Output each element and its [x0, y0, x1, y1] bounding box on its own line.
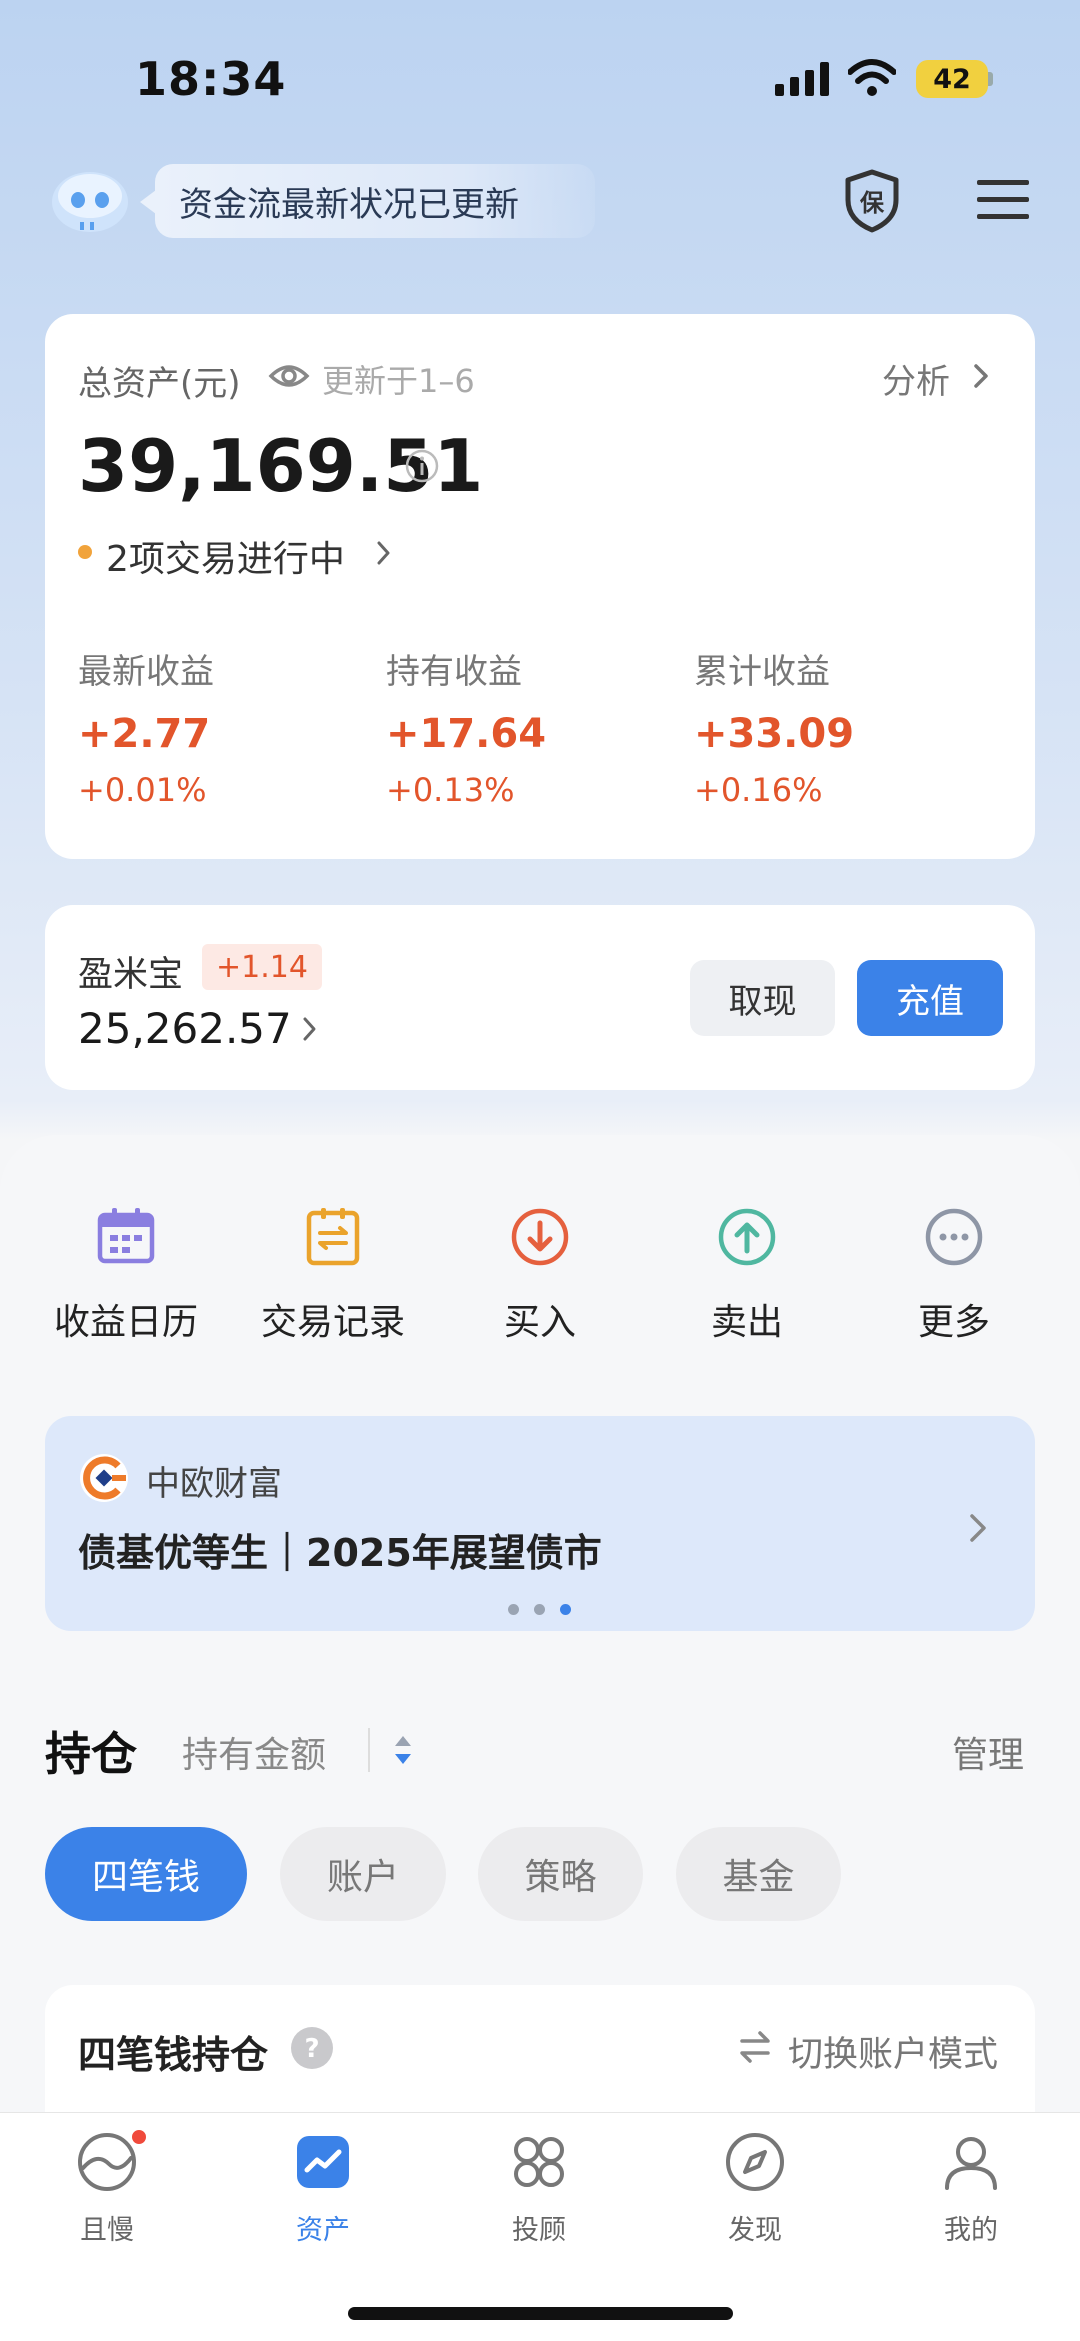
battery-cap [988, 72, 993, 86]
zhongou-logo-icon [80, 1454, 128, 1502]
tab-label: 发现 [728, 2215, 782, 2246]
yingmibao-gain-badge: +1.14 [202, 944, 322, 990]
quick-action-buy[interactable]: 买入 [440, 1205, 640, 1345]
tab-advisor[interactable]: 投顾 [464, 2130, 614, 2247]
chip-four-money[interactable]: 四笔钱 [45, 1827, 247, 1921]
stat-percent: +0.01% [78, 771, 207, 809]
bubble-tail [140, 190, 156, 214]
tab-label: 且慢 [80, 2215, 134, 2246]
holdings-sort-label[interactable]: 持有金额 [182, 1726, 326, 1778]
tab-assets[interactable]: 资产 [248, 2130, 398, 2247]
pending-dot [78, 545, 92, 559]
stat-latest[interactable]: 最新收益 +2.77 +0.01% [78, 644, 214, 809]
advisor-icon [514, 2137, 564, 2187]
wifi-icon [848, 59, 896, 96]
chevron-right-icon [303, 1017, 316, 1041]
stat-value: +33.09 [694, 711, 855, 757]
sort-icon[interactable] [390, 1728, 416, 1772]
svg-text:?: ? [304, 2034, 319, 2064]
chip-account[interactable]: 账户 [280, 1827, 446, 1921]
mascot-icon[interactable] [48, 166, 132, 238]
withdraw-button[interactable]: 取现 [690, 960, 835, 1036]
stat-cumulative[interactable]: 累计收益 +33.09 +0.16% [694, 644, 854, 809]
stat-label: 累计收益 [694, 652, 830, 692]
tab-label: 投顾 [512, 2215, 566, 2246]
manage-link[interactable]: 管理 [952, 1726, 1024, 1778]
quick-action-label: 卖出 [710, 1302, 783, 1343]
page-dot-active [560, 1604, 571, 1615]
switch-icon[interactable] [736, 2028, 774, 2066]
quick-action-label: 交易记录 [260, 1302, 405, 1343]
svg-text:保: 保 [859, 189, 885, 217]
update-notice-text: 资金流最新状况已更新 [179, 184, 519, 225]
tab-discover[interactable]: 发现 [680, 2130, 830, 2247]
notification-dot [130, 2128, 148, 2146]
stat-percent: +0.16% [694, 771, 823, 809]
menu-icon[interactable] [975, 176, 1031, 224]
quick-action-records[interactable]: 交易记录 [233, 1205, 433, 1345]
help-icon[interactable]: ? [290, 2026, 334, 2070]
quick-action-label: 更多 [917, 1302, 990, 1343]
chevron-right-icon [377, 541, 390, 565]
tab-label: 我的 [944, 2215, 998, 2246]
sell-icon [718, 1208, 776, 1266]
stat-value: +2.77 [78, 711, 211, 757]
home-indicator [348, 2307, 733, 2320]
more-icon [925, 1208, 983, 1266]
update-notice[interactable]: 资金流最新状况已更新 [155, 164, 595, 238]
chevron-right-icon [970, 1514, 986, 1542]
profile-icon [945, 2137, 997, 2190]
stat-holding[interactable]: 持有收益 +17.64 +0.13% [386, 644, 546, 809]
battery-indicator: 42 [916, 60, 988, 98]
chip-strategy[interactable]: 策略 [478, 1827, 643, 1921]
quick-action-more[interactable]: 更多 [854, 1205, 1054, 1345]
signal-icon [775, 62, 829, 96]
page-dot [534, 1604, 545, 1615]
chip-fund[interactable]: 基金 [676, 1827, 841, 1921]
discover-icon [726, 2133, 784, 2191]
banner-brand: 中欧财富 [146, 1464, 282, 1504]
yingmibao-amount: 25,262.57 [78, 1004, 292, 1053]
calendar-icon [97, 1208, 155, 1264]
quick-action-sell[interactable]: 卖出 [647, 1205, 847, 1345]
info-icon[interactable] [404, 448, 440, 484]
total-assets-label: 总资产(元) [78, 364, 241, 404]
buy-icon [511, 1208, 569, 1266]
assets-icon [297, 2136, 349, 2188]
stat-label: 最新收益 [78, 652, 214, 692]
tab-profile[interactable]: 我的 [896, 2130, 1046, 2247]
switch-account-mode[interactable]: 切换账户模式 [788, 2026, 998, 2077]
tab-qieman[interactable]: 且慢 [32, 2130, 182, 2247]
eye-icon[interactable] [268, 356, 310, 396]
records-icon [306, 1208, 360, 1266]
yingmibao-name: 盈米宝 [78, 955, 184, 995]
chevron-right-icon [974, 364, 988, 388]
holdings-card-title: 四笔钱持仓 [78, 2033, 269, 2077]
banner-title: 债基优等生｜2025年展望债市 [78, 1531, 602, 1575]
stat-percent: +0.13% [386, 771, 515, 809]
updated-time: 更新于1–6 [322, 362, 475, 400]
analyze-link[interactable]: 分析 [882, 354, 950, 403]
stat-label: 持有收益 [386, 652, 522, 692]
stat-value: +17.64 [386, 711, 547, 757]
status-time: 18:34 [135, 52, 287, 106]
holdings-title: 持仓 [45, 1727, 137, 1781]
topup-button[interactable]: 充值 [857, 960, 1003, 1036]
page-dot [508, 1604, 519, 1615]
tab-label: 资产 [296, 2215, 350, 2246]
insurance-shield-icon[interactable]: 保 [842, 168, 902, 234]
quick-action-label: 收益日历 [53, 1302, 198, 1343]
quick-action-label: 买入 [503, 1302, 576, 1343]
divider [368, 1728, 370, 1772]
pending-transactions[interactable]: 2项交易进行中 [106, 530, 345, 582]
quick-action-calendar[interactable]: 收益日历 [26, 1205, 226, 1345]
